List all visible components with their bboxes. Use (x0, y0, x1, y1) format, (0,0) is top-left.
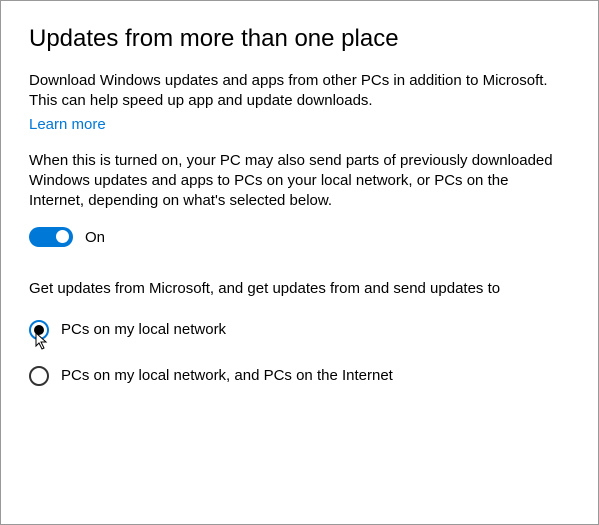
radio-icon (29, 366, 49, 386)
options-heading: Get updates from Microsoft, and get upda… (29, 279, 549, 299)
intro-text: Download Windows updates and apps from o… (29, 71, 549, 112)
delivery-optimization-toggle[interactable] (29, 227, 73, 247)
detail-text: When this is turned on, your PC may also… (29, 151, 559, 212)
radio-label-internet: PCs on my local network, and PCs on the … (61, 367, 393, 384)
settings-panel: Updates from more than one place Downloa… (0, 0, 599, 525)
radio-icon (29, 320, 49, 340)
radio-label-local: PCs on my local network (61, 321, 226, 338)
toggle-knob (56, 230, 69, 243)
page-title: Updates from more than one place (29, 25, 570, 53)
radio-option-internet[interactable]: PCs on my local network, and PCs on the … (29, 366, 570, 386)
toggle-state-label: On (85, 229, 105, 246)
learn-more-link[interactable]: Learn more (29, 116, 106, 133)
radio-option-local[interactable]: PCs on my local network (29, 320, 570, 340)
